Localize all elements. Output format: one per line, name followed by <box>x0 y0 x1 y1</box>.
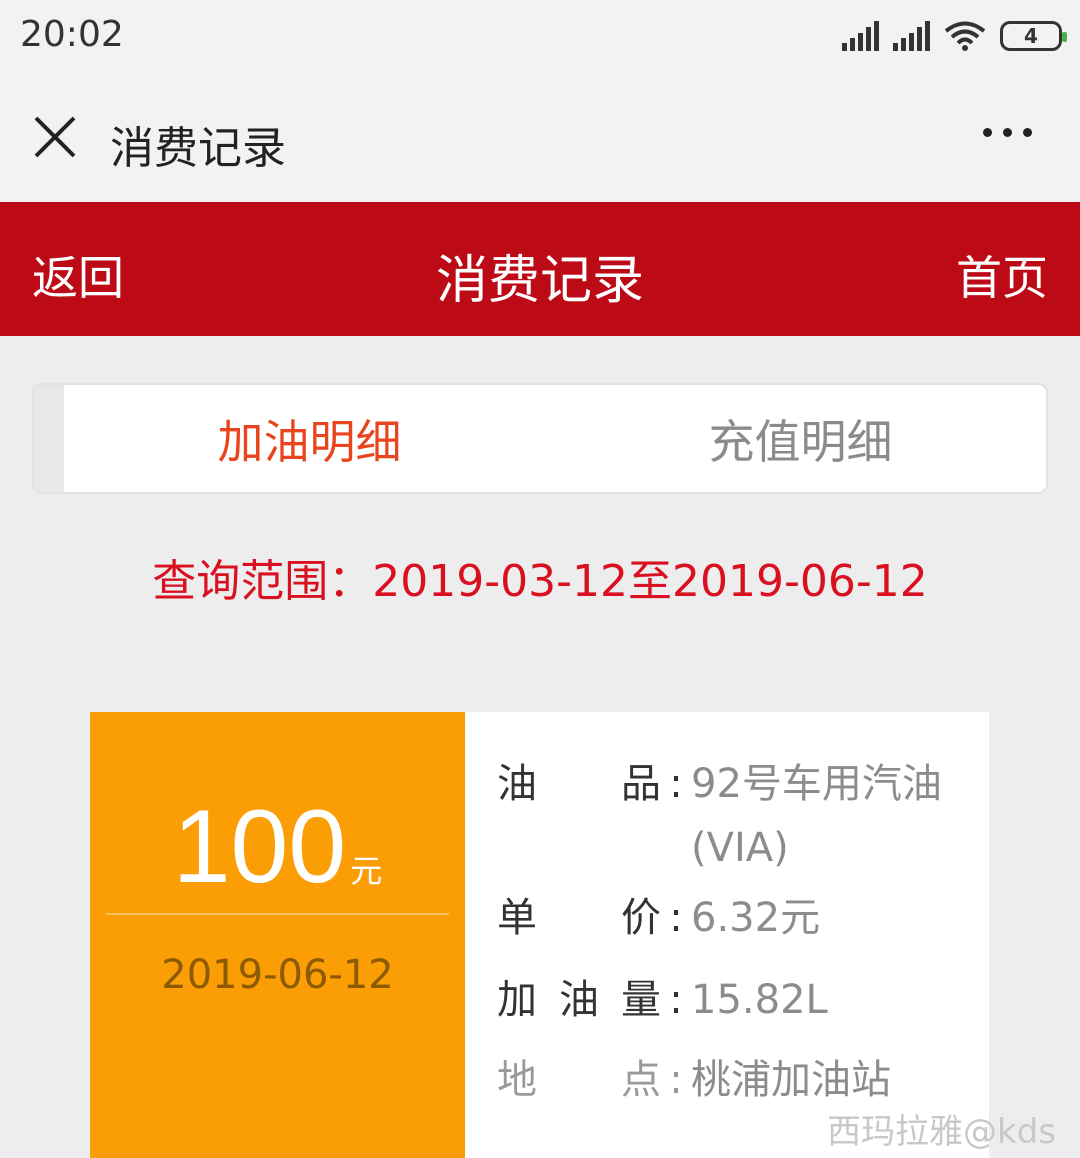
tab-spacer <box>34 385 64 492</box>
detail-colon: : <box>669 895 683 941</box>
more-icon[interactable] <box>983 128 1032 137</box>
record-amount-panel: 100 元 2019-06-12 <box>90 712 465 1158</box>
detail-value-volume: 15.82L <box>691 977 828 1023</box>
detail-row-volume: 加油量 : 15.82L <box>497 968 969 1032</box>
detail-label: 油品 <box>497 761 661 807</box>
status-icons: 4 <box>842 18 1067 54</box>
record-amount: 100 元 <box>90 788 465 907</box>
status-bar: 20:02 4 <box>0 0 1080 78</box>
wifi-icon <box>944 21 986 51</box>
nav-bar: 消费记录 <box>0 78 1080 202</box>
watermark: 西玛拉雅@kds <box>827 1112 1056 1152</box>
page-title: 消费记录 <box>435 251 644 311</box>
query-range: 查询范围：2019-03-12至2019-06-12 <box>152 556 928 607</box>
detail-value-oil: 92号车用汽油 (VIA) <box>691 761 942 871</box>
close-icon[interactable] <box>30 112 80 162</box>
detail-label: 加油量 <box>497 977 661 1023</box>
tab-recharge-details[interactable]: 充值明细 <box>555 385 1046 492</box>
detail-label: 单价 <box>497 895 661 941</box>
amount-value: 100 <box>172 789 347 905</box>
record-date: 2019-06-12 <box>161 952 394 998</box>
detail-row-location: 地点 : 桃浦加油站 <box>497 1048 969 1112</box>
record-details: 油品 : 92号车用汽油 (VIA) 单价 : 6.32元 加油量 : 15.8… <box>465 712 989 1158</box>
signal-icon <box>893 21 930 51</box>
detail-colon: : <box>669 977 683 1023</box>
detail-value-location: 桃浦加油站 <box>691 1057 891 1103</box>
home-button[interactable]: 首页 <box>956 242 1048 308</box>
page-header: 返回 消费记录 首页 <box>0 202 1080 336</box>
record-card[interactable]: 100 元 2019-06-12 油品 : 92号车用汽油 (VIA) 单价 : … <box>90 712 989 1158</box>
battery-level: 4 <box>1024 24 1038 48</box>
tab-bar: 加油明细 充值明细 <box>32 383 1048 494</box>
battery-icon: 4 <box>1000 21 1067 51</box>
detail-label: 地点 <box>497 1057 661 1103</box>
divider <box>106 913 449 915</box>
detail-value-price: 6.32元 <box>691 895 821 941</box>
detail-colon: : <box>669 761 683 807</box>
detail-row-oil: 油品 : 92号车用汽油 (VIA) <box>497 752 969 880</box>
signal-icon <box>842 21 879 51</box>
status-time: 20:02 <box>20 14 124 55</box>
detail-row-price: 单价 : 6.32元 <box>497 886 969 950</box>
tab-fuel-details[interactable]: 加油明细 <box>64 385 555 492</box>
detail-colon: : <box>669 1057 683 1103</box>
nav-title: 消费记录 <box>110 123 286 174</box>
amount-unit: 元 <box>350 852 383 890</box>
